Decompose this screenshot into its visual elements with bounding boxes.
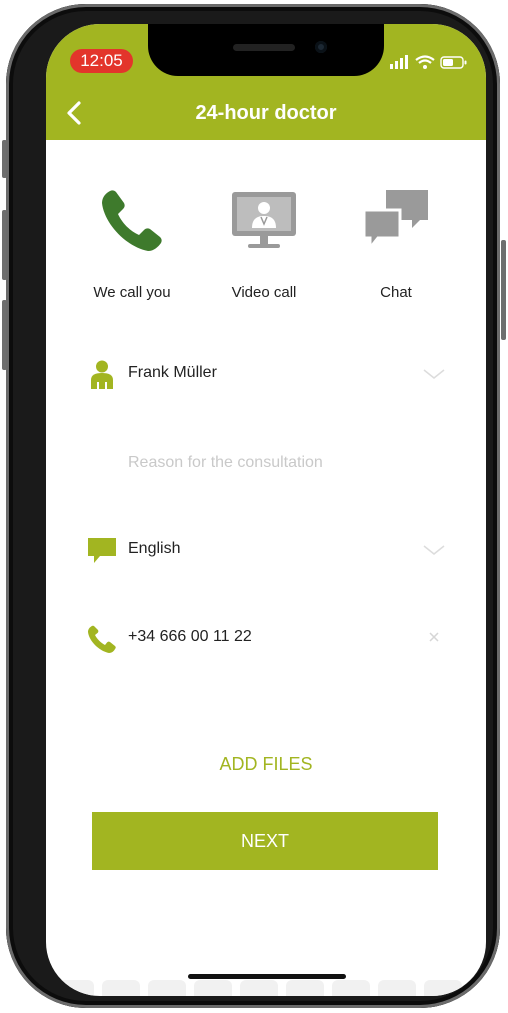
battery-icon	[440, 56, 467, 69]
status-time: 12:05	[70, 49, 133, 73]
signal-icon	[390, 55, 408, 69]
next-button[interactable]: NEXT	[92, 812, 438, 870]
phone-field[interactable]: +34 666 00 11 22	[86, 618, 446, 658]
phone-icon	[88, 625, 116, 653]
front-camera	[315, 41, 327, 53]
phone-mockup: 12:05 24-hour doctor We call you Video c…	[0, 0, 508, 1013]
option-label: Chat	[380, 284, 412, 301]
wifi-icon	[415, 55, 435, 69]
language-value: English	[128, 540, 181, 557]
patient-select[interactable]: Frank Müller	[86, 354, 446, 394]
add-files-button[interactable]: ADD FILES	[46, 754, 486, 775]
option-we-call-you[interactable]: We call you	[72, 182, 192, 301]
chevron-down-icon[interactable]	[422, 364, 446, 384]
option-chat[interactable]: Chat	[336, 182, 456, 301]
reason-input[interactable]: Reason for the consultation	[128, 454, 323, 472]
screen: 12:05 24-hour doctor We call you Video c…	[46, 24, 486, 996]
clear-icon[interactable]	[422, 628, 446, 648]
speech-bubble-icon	[88, 538, 116, 563]
chat-bubbles-icon	[362, 190, 428, 253]
device-notch	[148, 24, 384, 76]
patient-name: Frank Müller	[128, 364, 217, 381]
phone-frame: 12:05 24-hour doctor We call you Video c…	[6, 4, 500, 1008]
chevron-down-icon[interactable]	[422, 540, 446, 560]
video-doctor-icon	[232, 192, 296, 248]
status-icons	[390, 55, 467, 69]
language-select[interactable]: English	[86, 530, 446, 570]
phone-value: +34 666 00 11 22	[128, 628, 252, 645]
option-video-call[interactable]: Video call	[204, 182, 324, 301]
phone-icon	[102, 190, 162, 251]
power-button	[501, 240, 506, 340]
page-title: 24-hour doctor	[195, 102, 337, 124]
option-label: Video call	[231, 284, 297, 301]
option-label: We call you	[93, 284, 171, 301]
speaker-grille	[233, 44, 295, 51]
home-indicator[interactable]	[188, 974, 346, 979]
person-icon	[91, 360, 113, 389]
